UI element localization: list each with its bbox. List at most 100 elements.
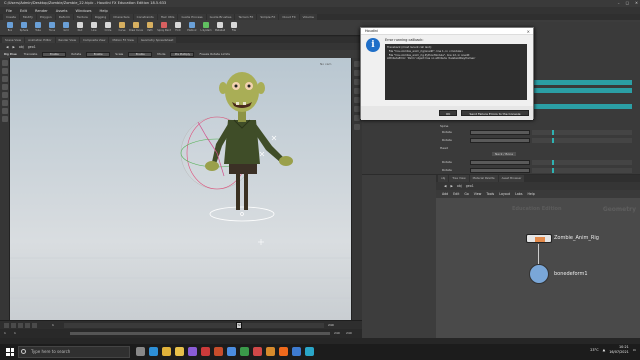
shelf-tool[interactable]: Sphere: [18, 22, 30, 34]
taskbar-app-app5-icon[interactable]: [253, 347, 262, 356]
range-end-2[interactable]: 240: [346, 331, 352, 335]
timeline-cursor[interactable]: 72: [236, 322, 242, 329]
network-tab[interactable]: obj: [438, 175, 449, 182]
shelf-tool[interactable]: Draw Curve: [129, 22, 143, 34]
taskbar-app-task-view-icon[interactable]: [136, 347, 145, 356]
jump-end-icon[interactable]: [32, 323, 37, 328]
shelf-tool[interactable]: Path: [144, 22, 156, 34]
param-value-field[interactable]: [470, 168, 530, 173]
minimize-button[interactable]: –: [618, 0, 620, 7]
dialog-close-button[interactable]: ×: [527, 28, 530, 35]
network-menu-item[interactable]: Help: [527, 192, 534, 196]
timeline-ruler[interactable]: [64, 323, 324, 328]
network-tab[interactable]: Material Palette: [469, 175, 498, 182]
param-slider[interactable]: [532, 138, 632, 143]
param-slider[interactable]: [532, 160, 632, 165]
shelf-tool[interactable]: Torus: [46, 22, 58, 34]
path-node[interactable]: geo1: [28, 45, 36, 49]
param-bar-2[interactable]: [532, 88, 632, 93]
brush-tool-icon[interactable]: [1, 108, 8, 114]
menu-item-edit[interactable]: Edit: [17, 9, 30, 13]
taskbar-app-houdini-icon[interactable]: [279, 347, 288, 356]
network-tab[interactable]: Tree View: [449, 175, 469, 182]
windows-start-icon[interactable]: [6, 348, 14, 356]
taskbar-app-app8-icon[interactable]: [305, 347, 314, 356]
menu-item-file[interactable]: File: [3, 9, 15, 13]
taskbar-app-explorer-icon[interactable]: [175, 347, 184, 356]
net-back-icon[interactable]: ◀: [444, 184, 446, 188]
shelf-tool[interactable]: File: [228, 22, 240, 34]
network-icon[interactable]: ▲: [603, 348, 606, 352]
network-menu-item[interactable]: Labs: [515, 192, 522, 196]
shelf-tool[interactable]: Box: [4, 22, 16, 34]
menu-item-render[interactable]: Render: [32, 9, 51, 13]
forward-icon[interactable]: ▶: [12, 45, 14, 49]
translate-field[interactable]: Enable: [42, 51, 67, 57]
network-menu-item[interactable]: Edit: [453, 192, 459, 196]
network-menu-item[interactable]: Tools: [486, 192, 494, 196]
jump-start-icon[interactable]: [4, 323, 9, 328]
shelf-tool[interactable]: Curve: [116, 22, 128, 34]
taskbar-app-app3-icon[interactable]: [227, 347, 236, 356]
select-tool-icon[interactable]: [1, 60, 8, 66]
shelf-tool[interactable]: Line: [88, 22, 100, 34]
shelf-tool[interactable]: Metaball: [214, 22, 226, 34]
range-end[interactable]: 240: [334, 331, 340, 335]
taskbar-search-box[interactable]: Type here to search: [18, 346, 130, 358]
net-path-root[interactable]: obj: [457, 184, 462, 188]
current-frame[interactable]: 1: [52, 323, 54, 327]
param-value-field[interactable]: [470, 138, 530, 143]
send-errors-button[interactable]: Send Failure Errors to the Console: [461, 110, 529, 116]
view-tool-icon[interactable]: [1, 116, 8, 122]
shelf-tool[interactable]: Tube: [32, 22, 44, 34]
mode-field[interactable]: Pre Multiply: [170, 51, 195, 57]
network-menu-item[interactable]: View: [474, 192, 482, 196]
rotate-tool-icon[interactable]: [1, 84, 8, 90]
shelf-tool[interactable]: Circle: [102, 22, 114, 34]
network-menu-item[interactable]: Add: [442, 192, 448, 196]
maximize-button[interactable]: □: [626, 0, 629, 7]
close-window-button[interactable]: ✕: [635, 0, 638, 7]
taskbar-app-chrome-icon[interactable]: [162, 347, 171, 356]
menu-item-windows[interactable]: Windows: [72, 9, 94, 13]
node-label[interactable]: bonedeform1: [554, 271, 588, 277]
menu-item-help[interactable]: Help: [97, 9, 111, 13]
end-frame[interactable]: 240: [328, 323, 334, 327]
clock[interactable]: 10:21 16/07/2021: [609, 345, 629, 355]
network-editor[interactable]: Education Edition Geometry Zombie_Anim_R…: [436, 198, 640, 338]
handle-tool-icon[interactable]: [1, 100, 8, 106]
param-slider[interactable]: [532, 130, 632, 135]
path-root[interactable]: obj: [19, 45, 24, 49]
network-menu-item[interactable]: Go: [464, 192, 468, 196]
param-slider[interactable]: [532, 168, 632, 173]
taskbar-app-app6-icon[interactable]: [266, 347, 275, 356]
freeze-rotate-option[interactable]: Freeze Rotate Limits: [197, 52, 232, 56]
back-icon[interactable]: ◀: [6, 45, 8, 49]
shelf-tool[interactable]: Font: [172, 22, 184, 34]
weather-temp[interactable]: 23°C: [590, 348, 598, 352]
network-tab[interactable]: Asset Browser: [498, 175, 525, 182]
shelf-tool[interactable]: Null: [74, 22, 86, 34]
rotate-field[interactable]: Enable: [86, 51, 111, 57]
taskbar-app-app1-icon[interactable]: [201, 347, 210, 356]
display-icon-8[interactable]: [354, 124, 360, 130]
shelf-tool[interactable]: Platonic: [186, 22, 198, 34]
play-icon[interactable]: [18, 323, 23, 328]
shelf-tool[interactable]: Grid: [60, 22, 72, 34]
node-zombie-anim-rig[interactable]: [526, 234, 552, 243]
zombie-character[interactable]: [205, 72, 293, 210]
scene-viewport[interactable]: [10, 58, 351, 320]
param-bar-1[interactable]: [532, 80, 632, 85]
neck-bone-button[interactable]: Neck / Bone: [492, 152, 517, 156]
scale-field[interactable]: Enable: [128, 51, 153, 57]
taskbar-app-app4-icon[interactable]: [240, 347, 249, 356]
net-forward-icon[interactable]: ▶: [450, 184, 452, 188]
taskbar-app-vs-icon[interactable]: [188, 347, 197, 356]
taskbar-app-app7-icon[interactable]: [292, 347, 301, 356]
network-menu-item[interactable]: Layout: [499, 192, 510, 196]
range-start-2[interactable]: 1: [14, 331, 16, 335]
net-path-node[interactable]: geo1: [466, 184, 474, 188]
menu-item-assets[interactable]: Assets: [53, 9, 71, 13]
move-tool-icon[interactable]: [1, 76, 8, 82]
camera-label[interactable]: No cam: [320, 62, 331, 66]
